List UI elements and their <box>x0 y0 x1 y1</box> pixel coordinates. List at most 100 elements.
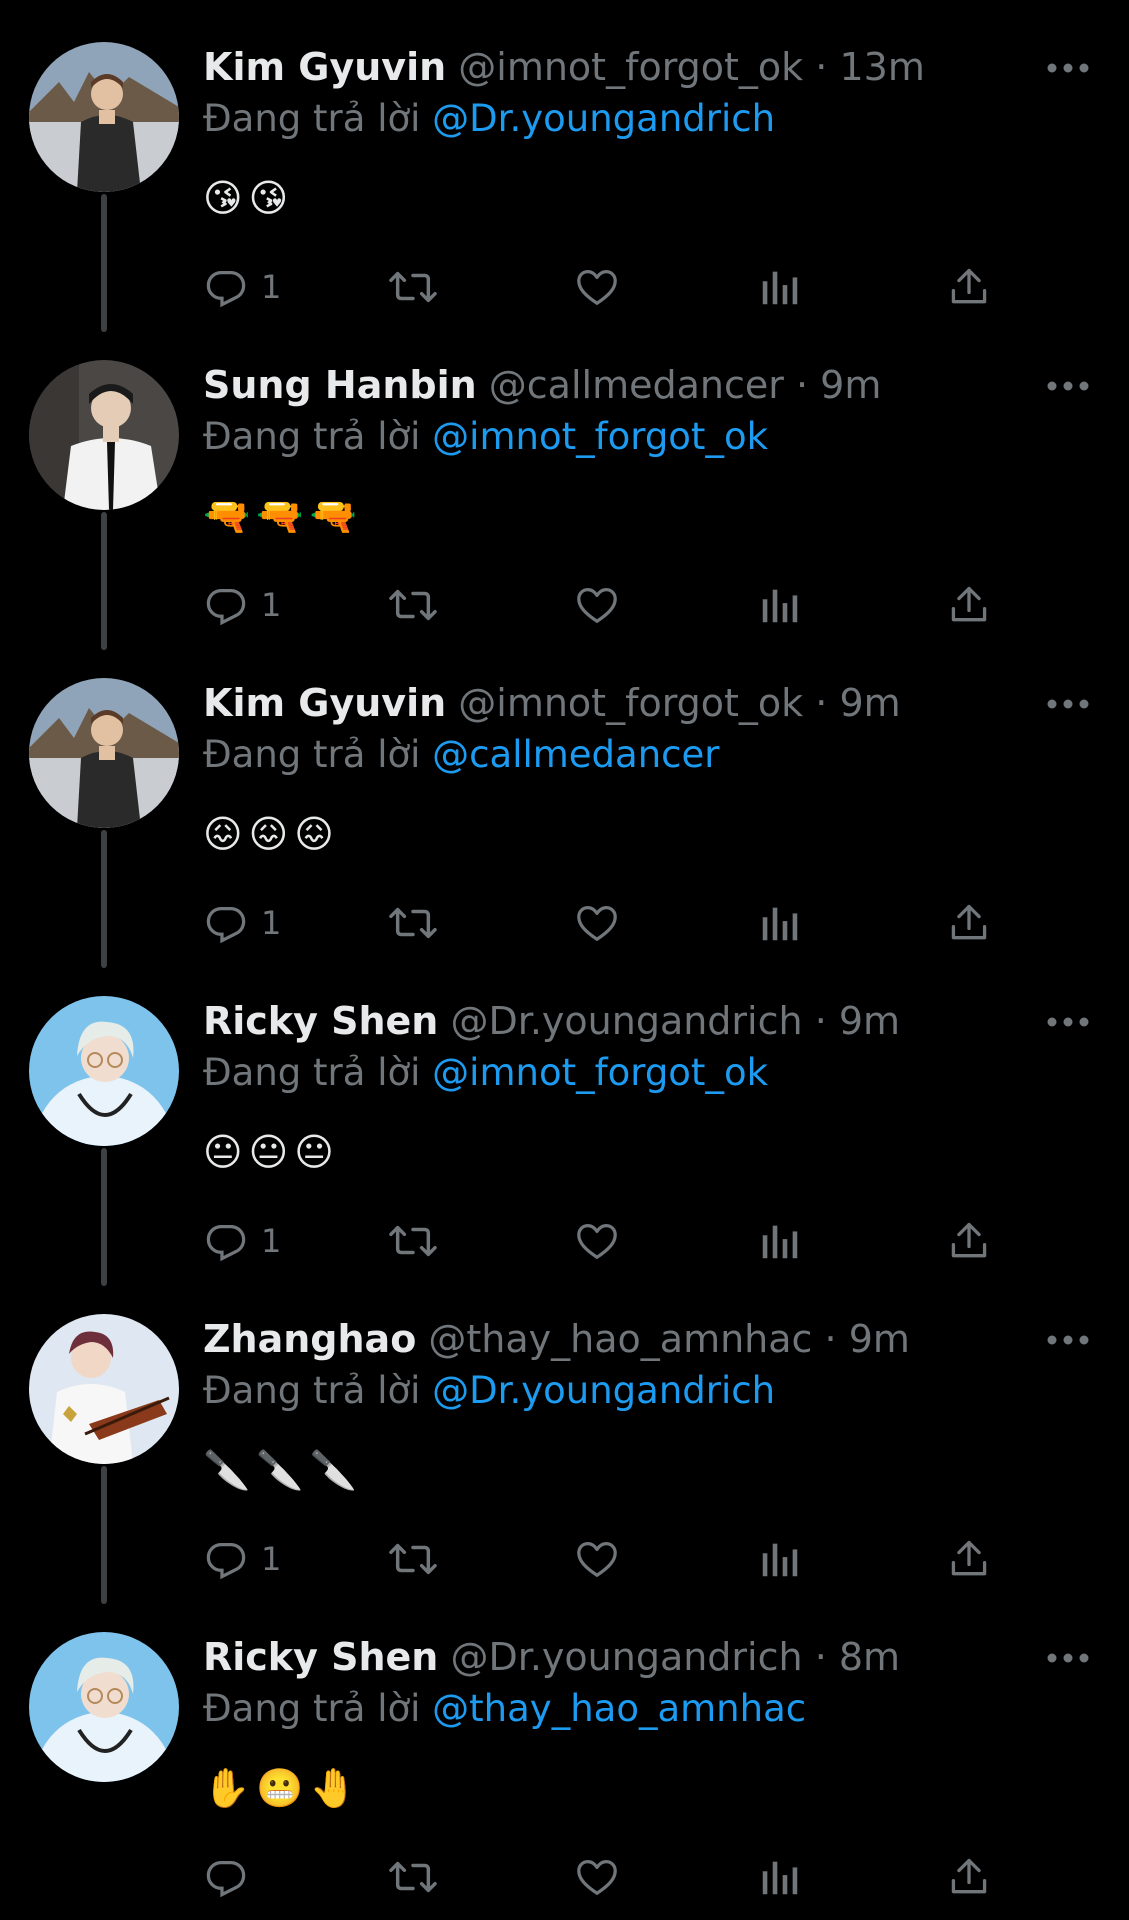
views-button[interactable] <box>760 580 800 630</box>
reply-count: 1 <box>261 904 282 942</box>
analytics-icon <box>762 907 798 941</box>
more-icon[interactable] <box>1046 698 1090 710</box>
share-button[interactable] <box>947 262 991 312</box>
reply-icon <box>206 1860 246 1898</box>
user-handle[interactable]: @thay_hao_amnhac <box>428 1317 812 1361</box>
replying-to: Đang trả lời @imnot_forgot_ok <box>203 1048 768 1098</box>
timestamp[interactable]: 9m <box>849 1317 910 1361</box>
user-handle[interactable]: @imnot_forgot_ok <box>458 681 803 725</box>
timestamp[interactable]: 9m <box>820 363 881 407</box>
reply-icon <box>206 1224 246 1262</box>
retweet-button[interactable] <box>386 262 440 312</box>
retweet-button[interactable] <box>386 1216 440 1266</box>
views-button[interactable] <box>760 1534 800 1584</box>
avatar[interactable] <box>29 42 179 192</box>
mention-link[interactable]: @Dr.youngandrich <box>432 97 775 140</box>
mention-link[interactable]: @imnot_forgot_ok <box>432 415 768 458</box>
mention-link[interactable]: @thay_hao_amnhac <box>432 1687 806 1730</box>
timestamp[interactable]: 8m <box>839 1635 900 1679</box>
reply-button[interactable] <box>203 1852 261 1902</box>
timestamp[interactable]: 13m <box>839 45 924 89</box>
tweet[interactable]: Sung Hanbin @callmedancer · 9m Đang trả … <box>0 318 1129 650</box>
display-name[interactable]: Kim Gyuvin <box>203 681 446 725</box>
display-name[interactable]: Zhanghao <box>203 1317 416 1361</box>
heart-icon <box>577 588 617 623</box>
separator: · <box>795 363 809 407</box>
user-handle[interactable]: @Dr.youngandrich <box>450 1635 802 1679</box>
user-handle[interactable]: @imnot_forgot_ok <box>458 45 803 89</box>
tweet[interactable]: Kim Gyuvin @imnot_forgot_ok · 9m Đang tr… <box>0 636 1129 968</box>
thread-connector <box>101 1466 107 1604</box>
retweet-button[interactable] <box>386 1534 440 1584</box>
action-bar: 1 <box>203 1534 1003 1584</box>
more-icon[interactable] <box>1046 380 1090 392</box>
tweet[interactable]: Ricky Shen @Dr.youngandrich · 8m Đang tr… <box>0 1590 1129 1908</box>
share-button[interactable] <box>947 580 991 630</box>
more-icon[interactable] <box>1046 1334 1090 1346</box>
more-icon[interactable] <box>1046 62 1090 74</box>
display-name[interactable]: Ricky Shen <box>203 1635 438 1679</box>
mention-link[interactable]: @callmedancer <box>432 733 719 776</box>
tweet-header: Kim Gyuvin @imnot_forgot_ok · 13m <box>203 42 1053 92</box>
tweet[interactable]: Ricky Shen @Dr.youngandrich · 9m Đang tr… <box>0 954 1129 1286</box>
like-button[interactable] <box>573 262 621 312</box>
reply-count: 1 <box>261 1540 282 1578</box>
avatar[interactable] <box>29 678 179 828</box>
thread-connector <box>101 194 107 332</box>
reply-button[interactable]: 1 <box>203 898 281 948</box>
avatar[interactable] <box>29 1632 179 1782</box>
share-button[interactable] <box>947 1216 991 1266</box>
reply-button[interactable]: 1 <box>203 580 281 630</box>
user-handle[interactable]: @callmedancer <box>489 363 784 407</box>
reply-icon <box>206 588 246 626</box>
avatar[interactable] <box>29 1314 179 1464</box>
like-button[interactable] <box>573 1852 621 1902</box>
display-name[interactable]: Kim Gyuvin <box>203 45 446 89</box>
share-icon <box>951 268 987 304</box>
like-button[interactable] <box>573 1534 621 1584</box>
views-button[interactable] <box>760 898 800 948</box>
share-icon <box>951 1858 987 1894</box>
tweet-text: ✋😬🤚 <box>203 1766 363 1810</box>
thread-connector <box>101 512 107 650</box>
analytics-icon <box>762 1543 798 1577</box>
views-button[interactable] <box>760 1216 800 1266</box>
share-button[interactable] <box>947 1534 991 1584</box>
tweet[interactable]: Zhanghao @thay_hao_amnhac · 9m Đang trả … <box>0 1272 1129 1604</box>
display-name[interactable]: Ricky Shen <box>203 999 438 1043</box>
like-button[interactable] <box>573 580 621 630</box>
user-handle[interactable]: @Dr.youngandrich <box>450 999 802 1043</box>
mention-link[interactable]: @imnot_forgot_ok <box>432 1051 768 1094</box>
heart-icon <box>577 1860 617 1895</box>
mention-link[interactable]: @Dr.youngandrich <box>432 1369 775 1412</box>
retweet-button[interactable] <box>386 1852 440 1902</box>
views-button[interactable] <box>760 1852 800 1902</box>
like-button[interactable] <box>573 1216 621 1266</box>
display-name[interactable]: Sung Hanbin <box>203 363 477 407</box>
reply-icon <box>206 270 246 308</box>
retweet-button[interactable] <box>386 580 440 630</box>
avatar[interactable] <box>29 360 179 510</box>
reply-button[interactable]: 1 <box>203 262 281 312</box>
reply-button[interactable]: 1 <box>203 1534 281 1584</box>
avatar[interactable] <box>29 996 179 1146</box>
retweet-button[interactable] <box>386 898 440 948</box>
tweet[interactable]: Kim Gyuvin @imnot_forgot_ok · 13m Đang t… <box>0 0 1129 332</box>
like-button[interactable] <box>573 898 621 948</box>
thread-connector <box>101 830 107 968</box>
share-button[interactable] <box>947 898 991 948</box>
more-icon[interactable] <box>1046 1652 1090 1664</box>
action-bar <box>203 1852 1003 1902</box>
replying-to: Đang trả lời @imnot_forgot_ok <box>203 412 768 462</box>
reply-icon <box>206 1542 246 1580</box>
replying-label: Đang trả lời <box>203 415 421 458</box>
timestamp[interactable]: 9m <box>839 681 900 725</box>
retweet-icon <box>389 1225 437 1257</box>
timestamp[interactable]: 9m <box>839 999 900 1043</box>
views-button[interactable] <box>760 262 800 312</box>
reply-button[interactable]: 1 <box>203 1216 281 1266</box>
share-button[interactable] <box>947 1852 991 1902</box>
more-icon[interactable] <box>1046 1016 1090 1028</box>
replying-label: Đang trả lời <box>203 733 421 776</box>
replying-label: Đang trả lời <box>203 97 421 140</box>
